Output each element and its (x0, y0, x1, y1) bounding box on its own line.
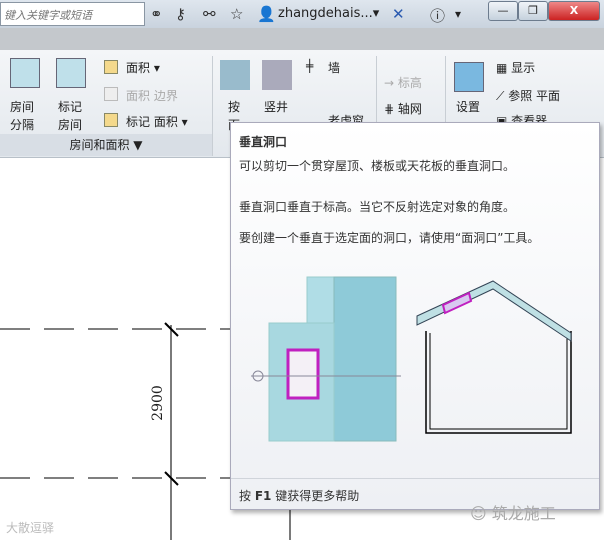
wechat-icon: ☺ (470, 504, 492, 523)
minimize-button[interactable]: — (488, 1, 518, 21)
binoculars-icon[interactable]: ⚭ (150, 5, 163, 23)
roof (416, 280, 572, 342)
panel-label-rooms-areas[interactable]: 房间和面积 ▼ (0, 134, 212, 156)
dimension-label: 2900 (149, 385, 166, 421)
watermark-right: ☺ 筑龙施工 (470, 504, 556, 523)
by-face-icon (220, 60, 250, 90)
shaft-icon (262, 60, 292, 90)
user-menu[interactable]: zhangdehais...▾ (278, 6, 379, 21)
roof-opening (441, 291, 473, 315)
tooltip-description: 可以剪切一个贯穿屋顶、楼板或天花板的垂直洞口。 (239, 159, 516, 173)
dormer-button[interactable]: 老虎窗 (328, 112, 364, 122)
ref-plane-button[interactable]: ⟋ 参照 平面 (496, 87, 560, 104)
star-icon[interactable]: ☆ (230, 5, 243, 23)
level-button[interactable]: → 标高 (384, 74, 422, 91)
chevron-down-icon: ▾ (372, 6, 380, 21)
set-button[interactable]: 设置 (456, 98, 480, 115)
help-caret[interactable]: ▾ (455, 7, 461, 21)
grid-button[interactable]: ⋕ 轴网 (384, 100, 422, 117)
wall-opening-button[interactable]: 墙 (328, 59, 340, 76)
tag-room-icon (56, 58, 86, 88)
tooltip-title: 垂直洞口 (239, 135, 288, 149)
room-separator-button[interactable]: 房间 分隔 (10, 98, 34, 134)
opening-rect (286, 348, 320, 400)
house-walls (429, 333, 568, 430)
tooltip: 垂直洞口 可以剪切一个贯穿屋顶、楼板或天花板的垂直洞口。 垂直洞口垂直于标高。当… (230, 122, 600, 510)
tooltip-description: 要创建一个垂直于选定面的洞口，请使用“面洞口”工具。 (239, 231, 540, 245)
exchange-icon[interactable]: ✕ (392, 5, 405, 23)
key-icon[interactable]: ⚷ (175, 5, 186, 23)
divider (212, 56, 213, 156)
shaft-button[interactable]: 竖井 (264, 98, 288, 115)
username: zhangdehais... (278, 6, 373, 21)
help-icon[interactable]: ⓘ (430, 5, 445, 26)
watermark-left: 大散逗驿 (6, 521, 55, 535)
search-input[interactable]: 键入关键字或短语 (0, 2, 145, 26)
tag-area-button[interactable]: 标记 面积 ▾ (126, 113, 188, 130)
tooltip-illustration (251, 276, 572, 442)
wall-opening-icon: ╪ (306, 59, 314, 73)
room-separator-icon (10, 58, 40, 88)
area-button[interactable]: 面积 ▾ (126, 59, 160, 76)
restore-button[interactable]: ❐ (518, 1, 548, 21)
close-button[interactable]: X (548, 1, 600, 21)
show-button[interactable]: ▦ 显示 (496, 59, 535, 76)
tooltip-footer: 按 F1 键获得更多帮助 (239, 489, 360, 503)
divider (231, 478, 599, 479)
viewer-button[interactable]: ▣ 查看器 (496, 112, 547, 122)
tag-room-button[interactable]: 标记 房间 (58, 98, 82, 134)
title-bar: 键入关键字或短语 ⚭ ⚷ ⚯ ☆ 👤 zhangdehais...▾ ✕ ⓘ ▾… (0, 0, 604, 28)
user-icon[interactable]: 👤 (257, 5, 276, 23)
area-boundary-icon (104, 87, 118, 101)
area-boundary-button[interactable]: 面积 边界 (126, 87, 178, 104)
area-icon (104, 60, 118, 74)
satellite-icon[interactable]: ⚯ (203, 5, 216, 23)
tag-area-icon (104, 113, 118, 127)
tab-bar (0, 28, 604, 50)
house-walls (425, 331, 572, 434)
illustration-panel (333, 276, 397, 442)
set-workplane-icon (454, 62, 484, 92)
tooltip-description: 垂直洞口垂直于标高。当它不反射选定对象的角度。 (239, 200, 516, 214)
